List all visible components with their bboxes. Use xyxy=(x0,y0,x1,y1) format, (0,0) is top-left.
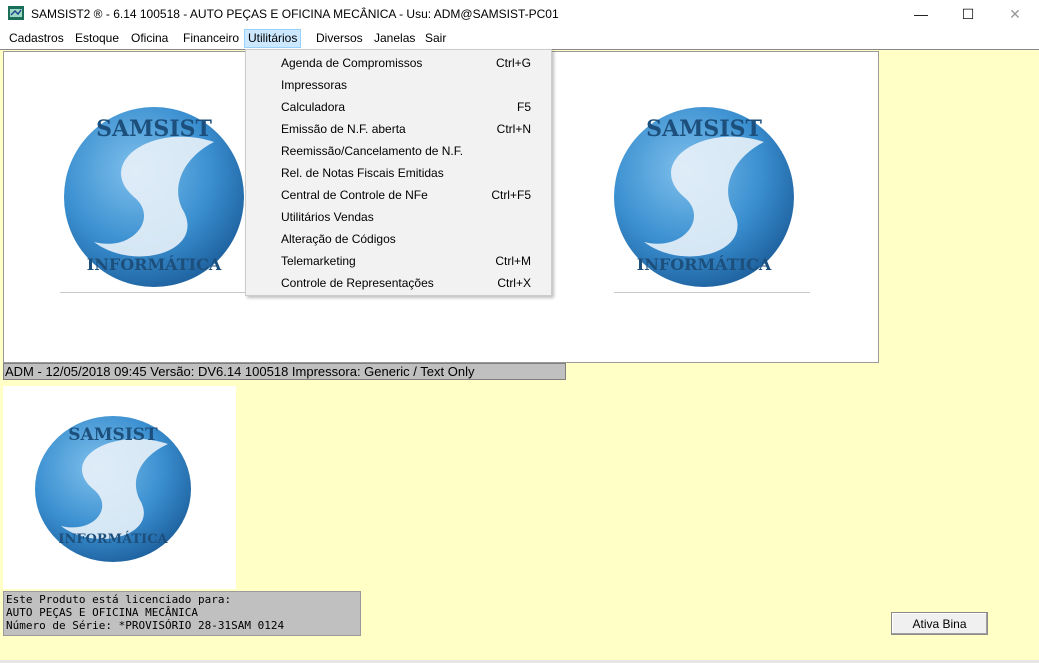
menu-item-shortcut: Ctrl+M xyxy=(495,254,531,268)
menu-item-utilitarios-vendas[interactable]: Utilitários Vendas xyxy=(247,206,550,228)
logo-bottom-text: INFORMÁTICA xyxy=(637,254,772,274)
menu-sair[interactable]: Sair xyxy=(422,30,449,47)
menu-item-impressoras[interactable]: Impressoras xyxy=(247,74,550,96)
menu-utilitarios[interactable]: Utilitários xyxy=(244,29,302,48)
menu-financeiro[interactable]: Financeiro xyxy=(180,30,242,47)
menu-item-label: Alteração de Códigos xyxy=(281,232,396,246)
menu-item-label: Calculadora xyxy=(281,100,346,114)
logo-bottom-text: INFORMÁTICA xyxy=(87,254,222,274)
menu-item-central-nfe[interactable]: Central de Controle de NFe Ctrl+F5 xyxy=(247,184,550,206)
menu-item-label: Impressoras xyxy=(281,78,348,92)
menu-item-label: Controle de Representações xyxy=(281,276,434,290)
license-line: Este Produto está licenciado para: xyxy=(6,593,232,606)
menu-item-emissao-nf[interactable]: Emissão de N.F. aberta Ctrl+N xyxy=(247,118,550,140)
menu-item-label: Telemarketing xyxy=(281,254,356,268)
menu-bar: Cadastros Estoque Oficina Financeiro Uti… xyxy=(0,28,1039,49)
menu-item-alteracao-codigos[interactable]: Alteração de Códigos xyxy=(247,228,550,250)
menu-item-calculadora[interactable]: Calculadora F5 xyxy=(247,96,550,118)
menu-item-label: Central de Controle de NFe xyxy=(281,188,428,202)
logo-top-text: SAMSIST xyxy=(96,116,212,142)
menu-item-rel-notas[interactable]: Rel. de Notas Fiscais Emitidas xyxy=(247,162,550,184)
menu-item-shortcut: Ctrl+G xyxy=(495,56,531,70)
samsist-logo-right: SAMSIST INFORMÁTICA xyxy=(614,107,794,287)
menu-cadastros[interactable]: Cadastros xyxy=(6,30,67,47)
menu-estoque[interactable]: Estoque xyxy=(72,30,122,47)
license-info-panel: Este Produto está licenciado para: AUTO … xyxy=(3,591,361,636)
menu-item-label: Emissão de N.F. aberta xyxy=(281,122,406,136)
utilitarios-dropdown-menu: Agenda de Compromissos Ctrl+G Impressora… xyxy=(245,49,552,296)
window-title: SAMSIST2 ® - 6.14 100518 - AUTO PEÇAS E … xyxy=(31,7,559,21)
menu-item-telemarketing[interactable]: Telemarketing Ctrl+M xyxy=(247,250,550,272)
title-bar: SAMSIST2 ® - 6.14 100518 - AUTO PEÇAS E … xyxy=(0,0,1039,28)
logo-top-text: SAMSIST xyxy=(646,116,762,142)
menu-item-shortcut: Ctrl+N xyxy=(496,122,531,136)
menu-item-shortcut: Ctrl+X xyxy=(497,276,531,290)
small-logo-panel: SAMSIST INFORMÁTICA xyxy=(3,386,236,589)
minimize-icon: — xyxy=(914,6,928,22)
menu-item-label: Agenda de Compromissos xyxy=(281,56,423,70)
samsist-logo-small: SAMSIST INFORMÁTICA xyxy=(35,416,191,562)
menu-oficina[interactable]: Oficina xyxy=(128,30,171,47)
menu-item-agenda[interactable]: Agenda de Compromissos Ctrl+G xyxy=(247,52,550,74)
menu-item-shortcut: F5 xyxy=(516,100,531,114)
menu-item-shortcut: Ctrl+F5 xyxy=(491,188,531,202)
ativa-bina-button[interactable]: Ativa Bina xyxy=(891,612,988,635)
close-icon: ✕ xyxy=(1009,5,1021,22)
app-icon xyxy=(8,6,24,20)
menu-item-label: Utilitários Vendas xyxy=(281,210,374,224)
maximize-icon: ☐ xyxy=(961,5,975,22)
logo-underline xyxy=(614,292,810,293)
menu-item-controle-representacoes[interactable]: Controle de Representações Ctrl+X xyxy=(247,272,550,294)
menu-item-label: Reemissão/Cancelamento de N.F. xyxy=(281,144,464,158)
minimize-button[interactable]: — xyxy=(898,0,944,28)
logo-underline xyxy=(60,292,250,293)
menu-item-reemissao-nf[interactable]: Reemissão/Cancelamento de N.F. xyxy=(247,140,550,162)
menu-item-label: Rel. de Notas Fiscais Emitidas xyxy=(281,166,444,180)
close-button[interactable]: ✕ xyxy=(992,0,1038,28)
logo-top-text: SAMSIST xyxy=(68,425,158,445)
menu-diversos[interactable]: Diversos xyxy=(313,30,366,47)
license-serial: Número de Série: *PROVISÓRIO 28-31SAM 01… xyxy=(6,619,285,632)
logo-bottom-text: INFORMÁTICA xyxy=(58,531,168,547)
license-company: AUTO PEÇAS E OFICINA MECÂNICA xyxy=(6,606,199,619)
maximize-button[interactable]: ☐ xyxy=(945,0,991,28)
menu-janelas[interactable]: Janelas xyxy=(371,30,418,47)
status-bar: ADM - 12/05/2018 09:45 Versão: DV6.14 10… xyxy=(3,363,566,380)
samsist-logo-left: SAMSIST INFORMÁTICA xyxy=(64,107,244,287)
